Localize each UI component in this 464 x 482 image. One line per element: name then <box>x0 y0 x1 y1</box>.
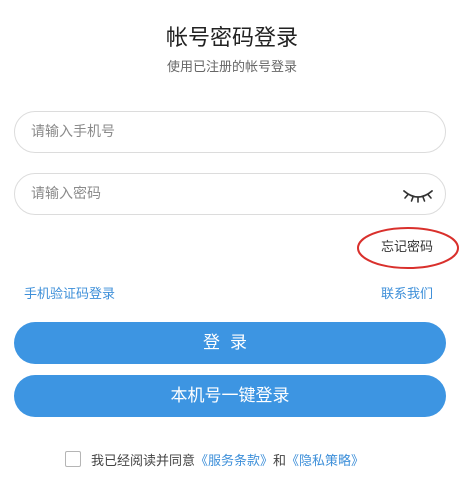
phone-field[interactable] <box>14 111 446 153</box>
page-title: 帐号密码登录 <box>165 26 298 51</box>
phone-input[interactable] <box>31 112 391 152</box>
contact-us-link[interactable]: 联系我们 <box>381 283 433 302</box>
password-input[interactable] <box>31 174 391 214</box>
privacy-policy-link[interactable]: 《隐私策略》 <box>286 450 364 469</box>
agreement-conjunction: 和 <box>273 453 287 469</box>
sms-login-link[interactable]: 手机验证码登录 <box>24 283 115 302</box>
service-terms-link[interactable]: 《服务条款》 <box>195 450 273 469</box>
forgot-password-link[interactable]: 忘记密码 <box>381 236 433 255</box>
agreement-checkbox[interactable] <box>65 451 81 467</box>
login-button[interactable]: 登录 <box>14 322 446 364</box>
eye-closed-icon[interactable] <box>401 183 435 205</box>
one-key-login-button[interactable]: 本机号一键登录 <box>14 375 446 417</box>
agreement-text: 我已经阅读并同意 <box>91 453 196 469</box>
login-page: 帐号密码登录 使用已注册的帐号登录 忘记密码 手机验证码登录 联系我们 登录 本… <box>0 0 464 482</box>
password-field[interactable] <box>14 173 446 215</box>
agreement-row: 我已经阅读并同意 《服务条款》 和 《隐私策略》 <box>65 449 364 469</box>
page-subtitle: 使用已注册的帐号登录 <box>166 60 297 75</box>
